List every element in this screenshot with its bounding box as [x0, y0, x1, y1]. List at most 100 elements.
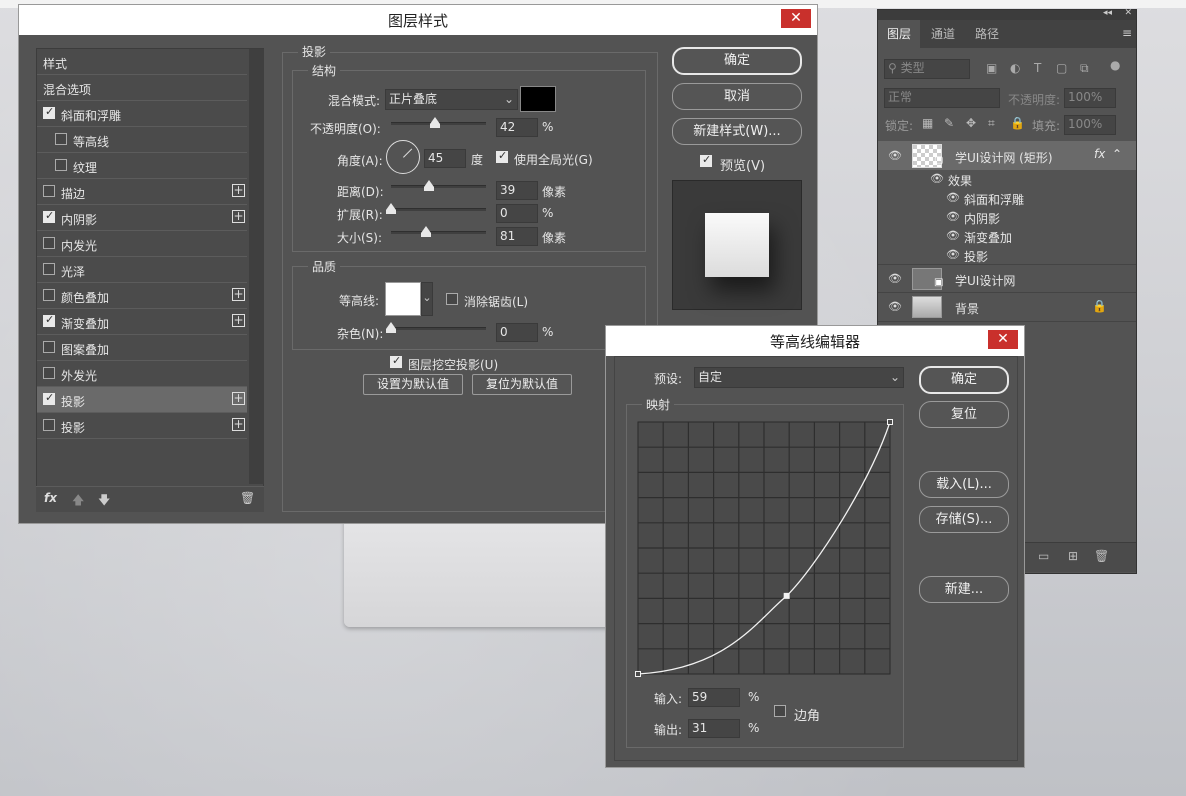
opacity-input[interactable]: 42 [496, 118, 538, 137]
close-icon[interactable]: ✕ [1124, 8, 1132, 18]
menu-icon[interactable]: ≡ [1122, 26, 1132, 40]
pixel-filter-icon[interactable]: ▣ [986, 61, 997, 75]
style-item-checkbox[interactable] [43, 313, 55, 327]
add-effect-icon[interactable]: + [232, 184, 245, 197]
angle-input[interactable]: 45 [424, 149, 466, 168]
set-default-button[interactable]: 设置为默认值 [363, 374, 463, 395]
size-slider-knob[interactable] [421, 226, 431, 237]
trash-icon[interactable]: 🗑 [240, 491, 255, 505]
add-effect-icon[interactable]: + [232, 210, 245, 223]
preview-checkbox[interactable] [700, 153, 712, 167]
folder-icon[interactable]: ▭ [1038, 549, 1049, 563]
distance-slider-knob[interactable] [424, 180, 434, 191]
style-item[interactable]: 渐变叠加 + [37, 309, 247, 335]
layer-kind-filter[interactable]: ⚲ 类型 [884, 59, 970, 79]
trash-icon[interactable]: 🗑 [1094, 549, 1109, 563]
lock-all-icon[interactable]: 🔒 [1010, 116, 1025, 130]
contour-graph[interactable] [634, 418, 894, 678]
style-item[interactable]: 内阴影 + [37, 205, 247, 231]
load-button[interactable]: 载入(L)... [919, 471, 1009, 498]
layer-blend-select[interactable]: 正常 [884, 88, 1000, 108]
style-item-checkbox[interactable] [43, 263, 55, 275]
size-input[interactable]: 81 [496, 227, 538, 246]
curve-point[interactable] [887, 419, 893, 425]
eye-icon[interactable]: 👁 [888, 272, 902, 285]
layer-row-text[interactable]: 👁 ▣ 学UI设计网 [878, 264, 1136, 293]
style-item-checkbox[interactable] [55, 159, 67, 171]
ok-button[interactable]: 确定 [919, 366, 1009, 394]
add-effect-icon[interactable]: + [232, 392, 245, 405]
style-item[interactable]: 等高线 [37, 127, 247, 153]
lock-artboard-icon[interactable]: ⌗ [988, 116, 995, 131]
style-item-checkbox[interactable] [43, 341, 55, 353]
corner-checkbox[interactable] [774, 705, 786, 717]
curve-point[interactable] [635, 671, 641, 677]
spread-input[interactable]: 0 [496, 204, 538, 223]
eye-icon[interactable]: 👁 [946, 210, 960, 223]
antialias-checkbox[interactable] [446, 293, 458, 305]
style-item-checkbox[interactable] [43, 105, 55, 119]
ok-button[interactable]: 确定 [672, 47, 802, 75]
filter-toggle-icon[interactable]: ● [1110, 58, 1120, 72]
new-button[interactable]: 新建... [919, 576, 1009, 603]
angle-dial[interactable] [386, 140, 420, 174]
close-button[interactable]: ✕ [988, 330, 1018, 349]
fx-icon[interactable]: fx [1094, 147, 1105, 161]
noise-input[interactable]: 0 [496, 323, 538, 342]
eye-icon[interactable]: 👁 [946, 191, 960, 204]
add-effect-icon[interactable]: + [232, 418, 245, 431]
blend-mode-select[interactable]: 正片叠底 ⌄ [385, 89, 518, 110]
arrow-down-icon[interactable]: 🡇 [98, 491, 110, 512]
adjustment-filter-icon[interactable]: ◐ [1010, 61, 1020, 75]
opacity-slider[interactable] [391, 117, 486, 128]
arrow-up-icon[interactable]: 🡅 [72, 491, 84, 512]
style-item-checkbox[interactable] [43, 289, 55, 301]
fx-icon[interactable]: fx [44, 491, 57, 505]
input-field[interactable]: 59 [688, 688, 740, 707]
preset-select[interactable]: 自定 ⌄ [694, 367, 904, 388]
style-item-checkbox[interactable] [55, 133, 67, 145]
effect-row[interactable]: 👁 斜面和浮雕 [878, 189, 1136, 208]
collapse-icon[interactable]: ◂◂ [1103, 8, 1112, 18]
layer-row-rectangle[interactable]: 👁 ▢ 学UI设计网 (矩形) fx ⌃ [878, 141, 1136, 171]
save-button[interactable]: 存储(S)... [919, 506, 1009, 533]
distance-input[interactable]: 39 [496, 181, 538, 200]
style-item[interactable]: 投影 + [37, 413, 247, 439]
lock-brush-icon[interactable]: ✎ [944, 116, 954, 130]
style-item-checkbox[interactable] [43, 391, 55, 405]
global-light-checkbox[interactable] [496, 149, 508, 163]
eye-icon[interactable]: 👁 [888, 300, 902, 313]
style-item-checkbox[interactable] [43, 237, 55, 249]
style-item-checkbox[interactable] [43, 419, 55, 431]
lock-transparent-icon[interactable]: ▦ [922, 116, 933, 130]
layer-opacity-input[interactable]: 100% [1064, 88, 1116, 108]
distance-slider[interactable] [391, 180, 486, 191]
layer-row-background[interactable]: 👁 背景 🔒 [878, 293, 1136, 322]
effect-row[interactable]: 👁 内阴影 [878, 208, 1136, 227]
tab-layers[interactable]: 图层 [878, 20, 920, 48]
eye-icon[interactable]: 👁 [930, 172, 944, 185]
style-item-checkbox[interactable] [43, 209, 55, 223]
add-effect-icon[interactable]: + [232, 288, 245, 301]
style-item-checkbox[interactable] [43, 367, 55, 379]
output-field[interactable]: 31 [688, 719, 740, 738]
fill-input[interactable]: 100% [1064, 115, 1116, 135]
knockout-checkbox[interactable] [390, 354, 402, 368]
eye-icon[interactable]: 👁 [888, 149, 902, 162]
opacity-slider-knob[interactable] [429, 117, 440, 128]
curve-point[interactable] [783, 592, 790, 599]
close-button[interactable]: ✕ [781, 9, 811, 28]
style-item[interactable]: 外发光 [37, 361, 247, 387]
effect-row[interactable]: 👁 渐变叠加 [878, 227, 1136, 246]
reset-button[interactable]: 复位 [919, 401, 1009, 428]
contour-thumbnail[interactable] [385, 282, 421, 316]
style-list-scrollbar[interactable] [249, 49, 264, 484]
spread-slider[interactable] [386, 203, 486, 214]
reset-default-button[interactable]: 复位为默认值 [472, 374, 572, 395]
style-item[interactable]: 颜色叠加 + [37, 283, 247, 309]
style-item[interactable]: 投影 + [37, 387, 247, 413]
style-item[interactable]: 内发光 [37, 231, 247, 257]
new-layer-icon[interactable]: ⊞ [1068, 549, 1078, 563]
spread-slider-knob[interactable] [386, 203, 396, 214]
effects-row[interactable]: 👁 效果 [878, 170, 1136, 189]
